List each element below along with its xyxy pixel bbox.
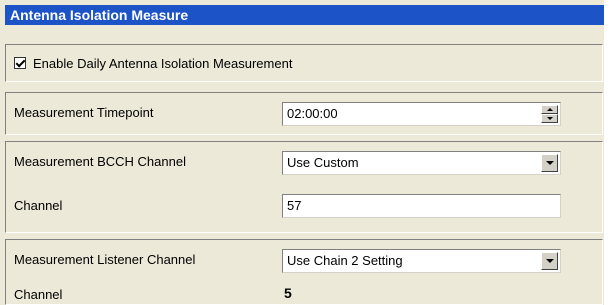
- listener-channel-label: Channel: [14, 287, 63, 302]
- checkbox-checked-icon[interactable]: [14, 57, 26, 69]
- bcch-channel-value[interactable]: 57: [287, 198, 301, 213]
- bcch-label: Measurement BCCH Channel: [14, 154, 186, 169]
- spin-up-button[interactable]: [541, 105, 558, 114]
- enable-measurement-checkbox[interactable]: Enable Daily Antenna Isolation Measureme…: [6, 45, 602, 81]
- antenna-isolation-panel: Antenna Isolation Measure Enable Daily A…: [0, 0, 604, 305]
- bcch-dropdown[interactable]: Use Custom: [282, 151, 561, 175]
- bcch-selected-value[interactable]: Use Custom: [287, 155, 359, 170]
- chevron-down-icon[interactable]: [541, 154, 558, 172]
- listener-dropdown[interactable]: Use Chain 2 Setting: [282, 249, 561, 273]
- timepoint-label: Measurement Timepoint: [14, 105, 154, 120]
- timepoint-section: Measurement Timepoint 02:00:00: [5, 92, 603, 135]
- enable-section: Enable Daily Antenna Isolation Measureme…: [5, 44, 603, 82]
- timepoint-value[interactable]: 02:00:00: [287, 106, 338, 121]
- bcch-section: Measurement BCCH Channel Use Custom Chan…: [5, 141, 603, 233]
- arrow-down-icon: [546, 117, 553, 120]
- enable-measurement-label: Enable Daily Antenna Isolation Measureme…: [33, 55, 293, 71]
- listener-section: Measurement Listener Channel Use Chain 2…: [5, 239, 603, 305]
- listener-channel-value: 5: [284, 285, 292, 301]
- listener-selected-value[interactable]: Use Chain 2 Setting: [287, 253, 403, 268]
- chevron-down-icon[interactable]: [541, 252, 558, 270]
- panel-title: Antenna Isolation Measure: [5, 5, 604, 25]
- arrow-up-icon: [546, 108, 553, 111]
- spin-arrows-icon[interactable]: [541, 105, 558, 123]
- bcch-channel-input[interactable]: 57: [282, 194, 561, 218]
- listener-label: Measurement Listener Channel: [14, 252, 196, 267]
- timepoint-spinbox[interactable]: 02:00:00: [282, 102, 561, 126]
- bcch-channel-label: Channel: [14, 198, 63, 213]
- spin-down-button[interactable]: [541, 114, 558, 123]
